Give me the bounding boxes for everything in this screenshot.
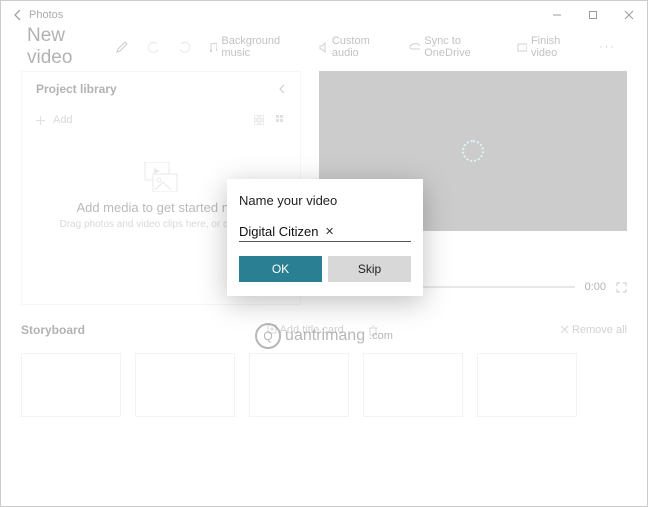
grid-view-icon[interactable]: [254, 115, 264, 125]
loading-spinner-icon: [462, 140, 484, 162]
storyboard-slot[interactable]: [477, 353, 577, 417]
storyboard-slot[interactable]: [21, 353, 121, 417]
close-button[interactable]: [611, 1, 647, 29]
background-music-button[interactable]: Background music: [208, 35, 300, 59]
video-name-input[interactable]: Digital Citizen ✕: [239, 224, 411, 242]
plus-icon: [36, 116, 45, 125]
time-display: 0:00: [585, 281, 606, 293]
storyboard-panel: Storyboard Add title card Remove all: [21, 323, 627, 417]
minimize-button[interactable]: [539, 1, 575, 29]
dialog-heading: Name your video: [239, 193, 411, 208]
finish-video-button[interactable]: Finish video: [517, 35, 582, 59]
more-button[interactable]: ···: [599, 41, 616, 53]
collapse-icon[interactable]: [278, 84, 286, 94]
custom-audio-button[interactable]: Custom audio: [318, 35, 391, 59]
storyboard-slot[interactable]: [135, 353, 235, 417]
storyboard-title: Storyboard: [21, 323, 85, 337]
clear-input-icon[interactable]: ✕: [325, 225, 411, 238]
remove-all-button[interactable]: Remove all: [560, 324, 627, 336]
storyboard-slot[interactable]: [363, 353, 463, 417]
rename-icon[interactable]: [115, 40, 129, 54]
window-controls: [539, 1, 647, 29]
trash-icon[interactable]: [368, 325, 378, 336]
video-name-value: Digital Citizen: [239, 224, 325, 239]
storyboard-slot[interactable]: [249, 353, 349, 417]
undo-button[interactable]: [148, 41, 160, 53]
ok-button[interactable]: OK: [239, 256, 322, 282]
sync-button[interactable]: Sync to OneDrive: [409, 35, 499, 59]
library-title: Project library: [36, 82, 117, 96]
list-view-icon[interactable]: [276, 115, 286, 125]
app-title: Photos: [29, 9, 63, 21]
name-video-dialog: Name your video Digital Citizen ✕ OK Ski…: [227, 179, 423, 296]
skip-button[interactable]: Skip: [328, 256, 411, 282]
editor-toolbar: New video Background music Custom audio …: [1, 29, 647, 65]
redo-button[interactable]: [178, 41, 190, 53]
maximize-button[interactable]: [575, 1, 611, 29]
fullscreen-icon[interactable]: [616, 282, 627, 293]
media-placeholder-icon: [141, 162, 181, 192]
add-title-card-button[interactable]: Add title card: [267, 324, 344, 336]
add-button[interactable]: Add: [53, 114, 73, 126]
back-button[interactable]: [7, 9, 29, 21]
project-name: New video: [27, 25, 105, 69]
